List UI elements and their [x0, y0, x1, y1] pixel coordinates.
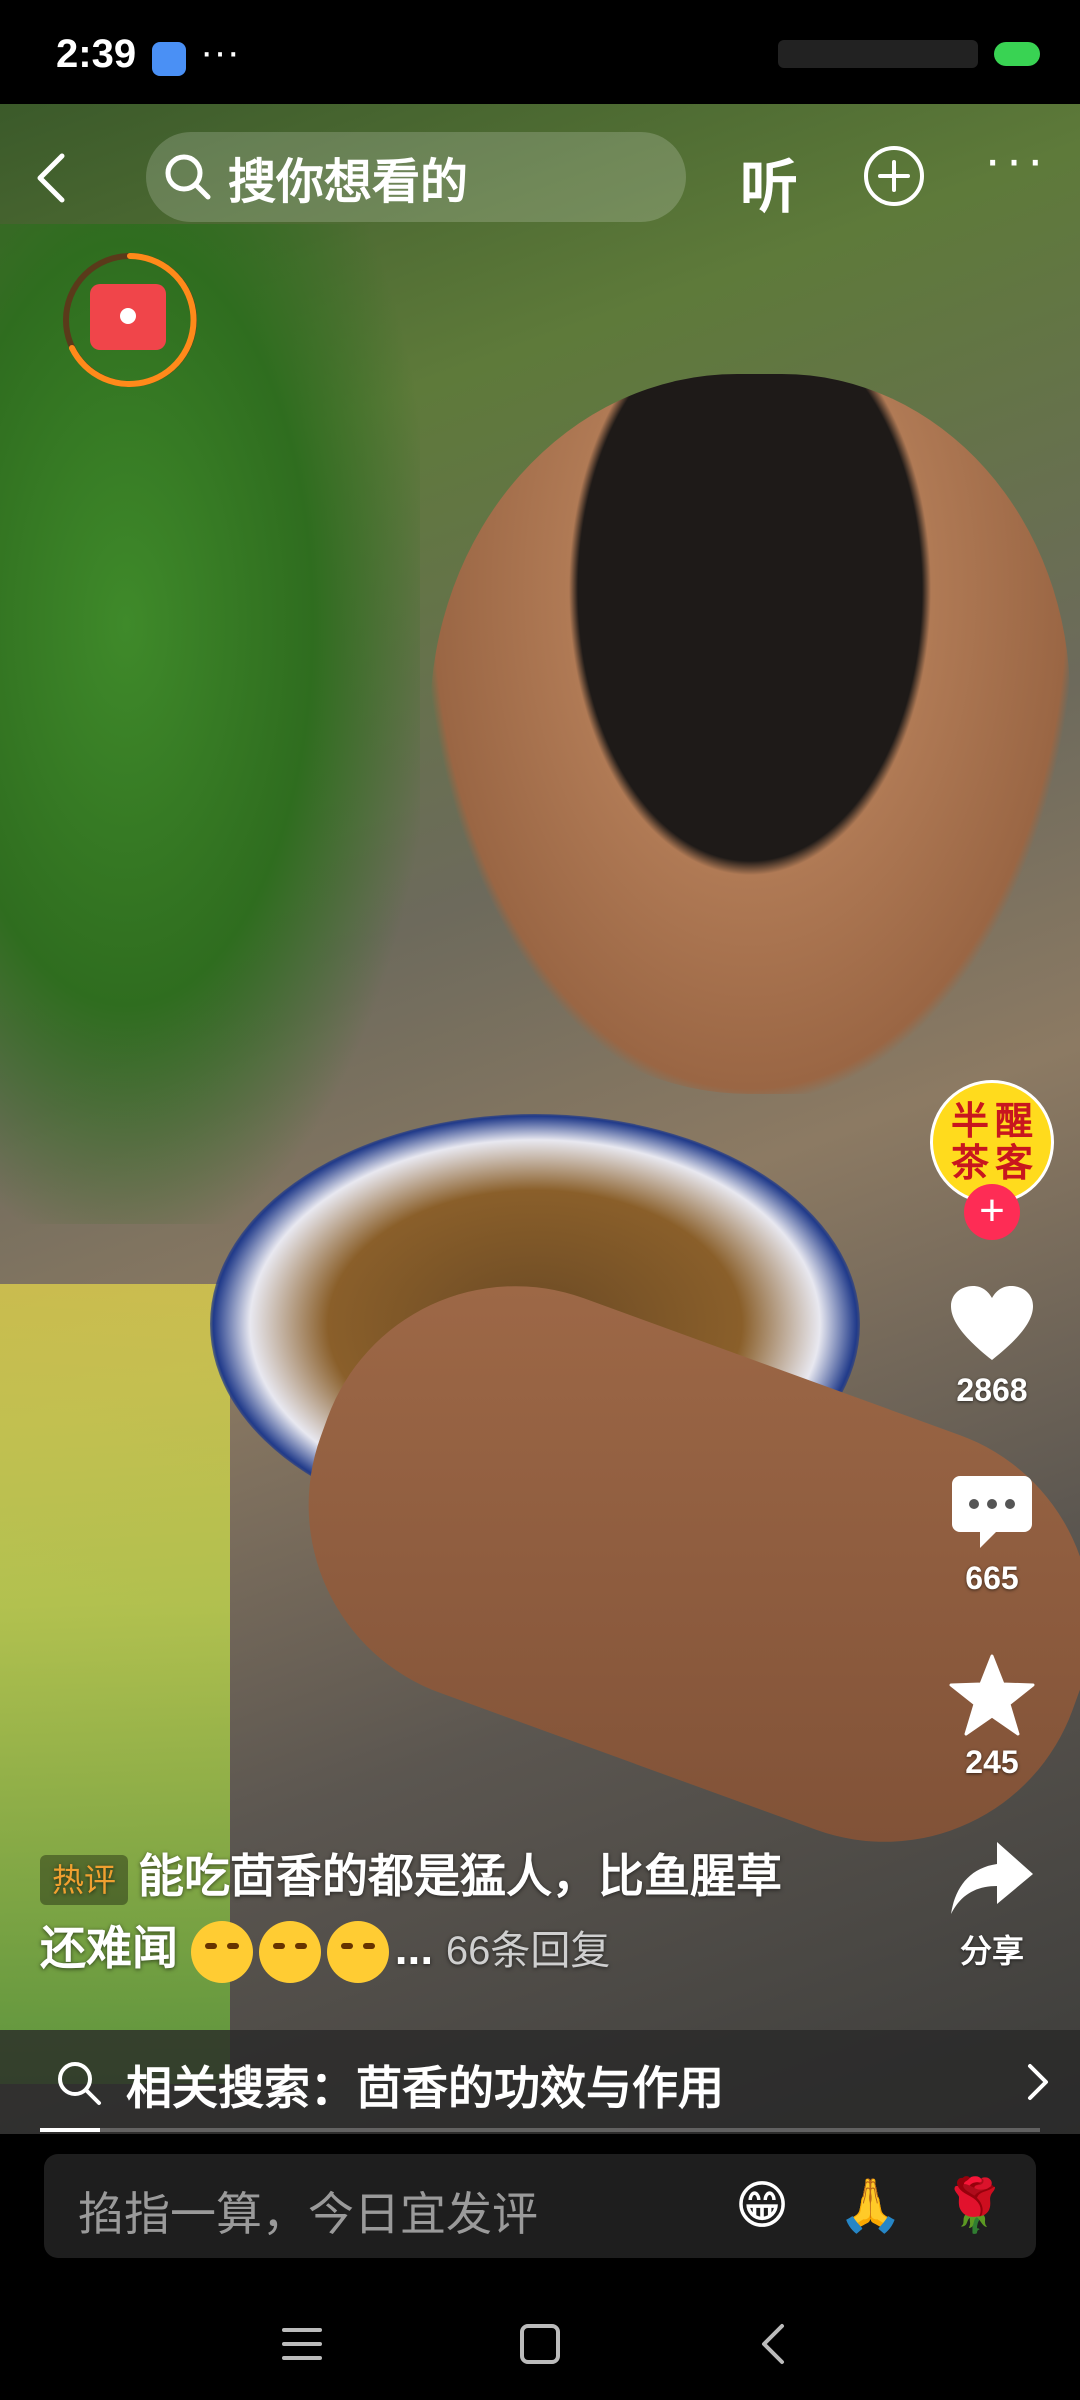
add-button[interactable] — [862, 144, 926, 208]
red-packet-dot — [120, 308, 136, 324]
hot-comment[interactable]: 热评 能吃茴香的都是猛人，比鱼腥草 还难闻 ... 66条回复 — [40, 1840, 900, 1987]
chevron-right-icon — [1028, 2064, 1048, 2100]
video-progress-fill — [40, 2128, 100, 2132]
notification-app-icon — [152, 42, 186, 76]
hot-comment-line2: 还难闻 — [40, 1922, 178, 1974]
avatar-char: 客 — [994, 1140, 1033, 1185]
search-placeholder: 搜你想看的 — [228, 156, 469, 209]
listen-button[interactable]: 听 — [740, 140, 798, 224]
status-more-dots: ··· — [200, 30, 240, 74]
status-bar: 2:39 ··· — [0, 0, 1080, 104]
signal-icons — [778, 40, 978, 68]
related-search-bar[interactable]: 相关搜索：茴香的功效与作用 — [0, 2030, 1080, 2134]
favorite-count: 245 — [965, 1744, 1019, 1780]
favorite-button[interactable]: 245 — [930, 1654, 1054, 1781]
avatar-char: 茶 — [950, 1140, 989, 1185]
hot-comment-tag: 热评 — [40, 1854, 129, 1905]
crying-face-icon — [190, 1920, 253, 1983]
like-button[interactable]: 2868 — [930, 1284, 1054, 1409]
crying-face-icon — [258, 1920, 321, 1983]
menu-nav-button[interactable] — [272, 2314, 332, 2374]
comment-button[interactable]: 665 — [930, 1472, 1054, 1597]
heart-icon — [951, 1286, 1033, 1360]
back-nav-button[interactable] — [744, 2314, 804, 2374]
avatar-char: 醒 — [994, 1098, 1033, 1143]
avatar-char: 半 — [950, 1098, 989, 1143]
comment-placeholder: 掐指一算，今日宜发评 — [78, 2188, 538, 2240]
search-icon — [58, 2062, 101, 2105]
hot-comment-ellipsis: ... — [394, 1922, 434, 1974]
battery-icon — [994, 42, 1040, 66]
comment-icon — [952, 1476, 1032, 1548]
more-button[interactable]: ··· — [984, 130, 1048, 190]
grinning-emoji-button[interactable]: 😁 — [732, 2176, 792, 2236]
reply-count-link[interactable]: 66条回复 — [446, 1929, 611, 1973]
search-input[interactable]: 搜你想看的 — [146, 132, 686, 222]
comment-input[interactable]: 掐指一算，今日宜发评 😁 🙏 🌹 — [44, 2154, 1036, 2258]
video-progress-bar[interactable] — [40, 2128, 1040, 2132]
home-nav-button[interactable] — [510, 2314, 570, 2374]
comment-count: 665 — [965, 1560, 1019, 1596]
top-bar: 搜你想看的 听 ··· — [0, 110, 1080, 240]
search-icon — [165, 154, 211, 200]
video-person — [430, 374, 1070, 1094]
video-player[interactable] — [0, 104, 1080, 2134]
rose-emoji-button[interactable]: 🌹 — [942, 2176, 1007, 2236]
status-time: 2:39 — [56, 32, 137, 76]
share-button[interactable]: 分享 — [930, 1838, 1054, 1972]
share-icon — [951, 1842, 1033, 1914]
system-nav-bar — [0, 2280, 1080, 2400]
share-label: 分享 — [959, 1933, 1024, 1969]
back-button[interactable] — [24, 148, 84, 208]
praying-hands-emoji-button[interactable]: 🙏 — [838, 2176, 903, 2236]
follow-button[interactable]: + — [964, 1184, 1020, 1240]
status-indicators — [778, 40, 1040, 68]
related-search-text: 相关搜索：茴香的功效与作用 — [126, 2062, 724, 2114]
red-packet-button[interactable] — [60, 250, 200, 390]
crying-face-icon — [326, 1920, 389, 1983]
hot-comment-line1: 能吃茴香的都是猛人，比鱼腥草 — [138, 1850, 783, 1902]
star-icon — [949, 1654, 1035, 1736]
like-count: 2868 — [956, 1372, 1028, 1408]
